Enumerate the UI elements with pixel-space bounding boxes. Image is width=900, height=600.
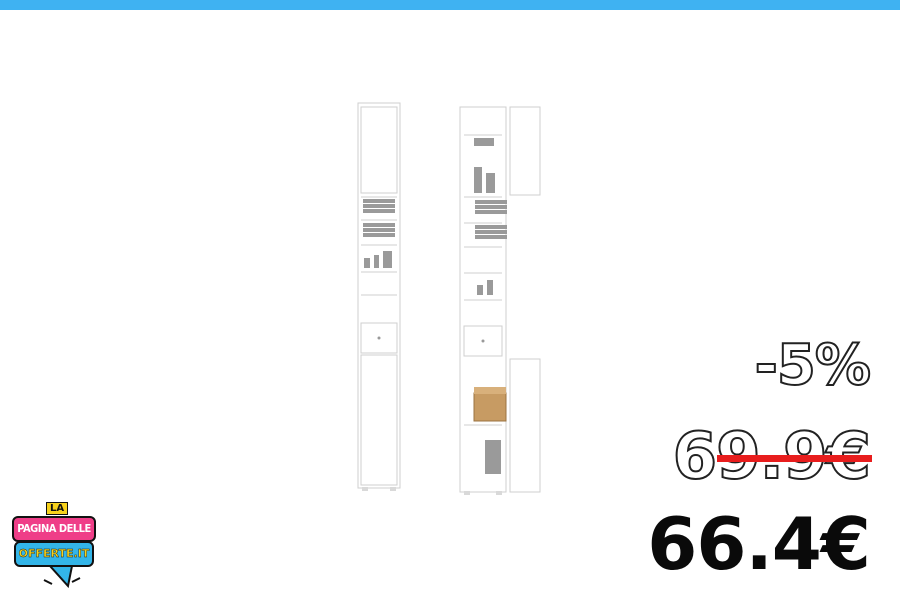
logo-la-label: LA (46, 502, 69, 515)
logo-speech-tail-icon (43, 566, 81, 589)
new-price: 66.4€ (647, 502, 871, 586)
logo-line-1: PAGINA DELLE (12, 516, 96, 542)
discount-percentage: -5% (754, 333, 872, 398)
top-accent-bar (0, 0, 900, 10)
site-logo[interactable]: LA PAGINA DELLE OFFERTE.IT (8, 500, 100, 598)
old-price-strikethrough (717, 455, 872, 462)
logo-line-2: OFFERTE.IT (14, 541, 94, 567)
product-image-bathroom-cabinet (357, 102, 541, 495)
